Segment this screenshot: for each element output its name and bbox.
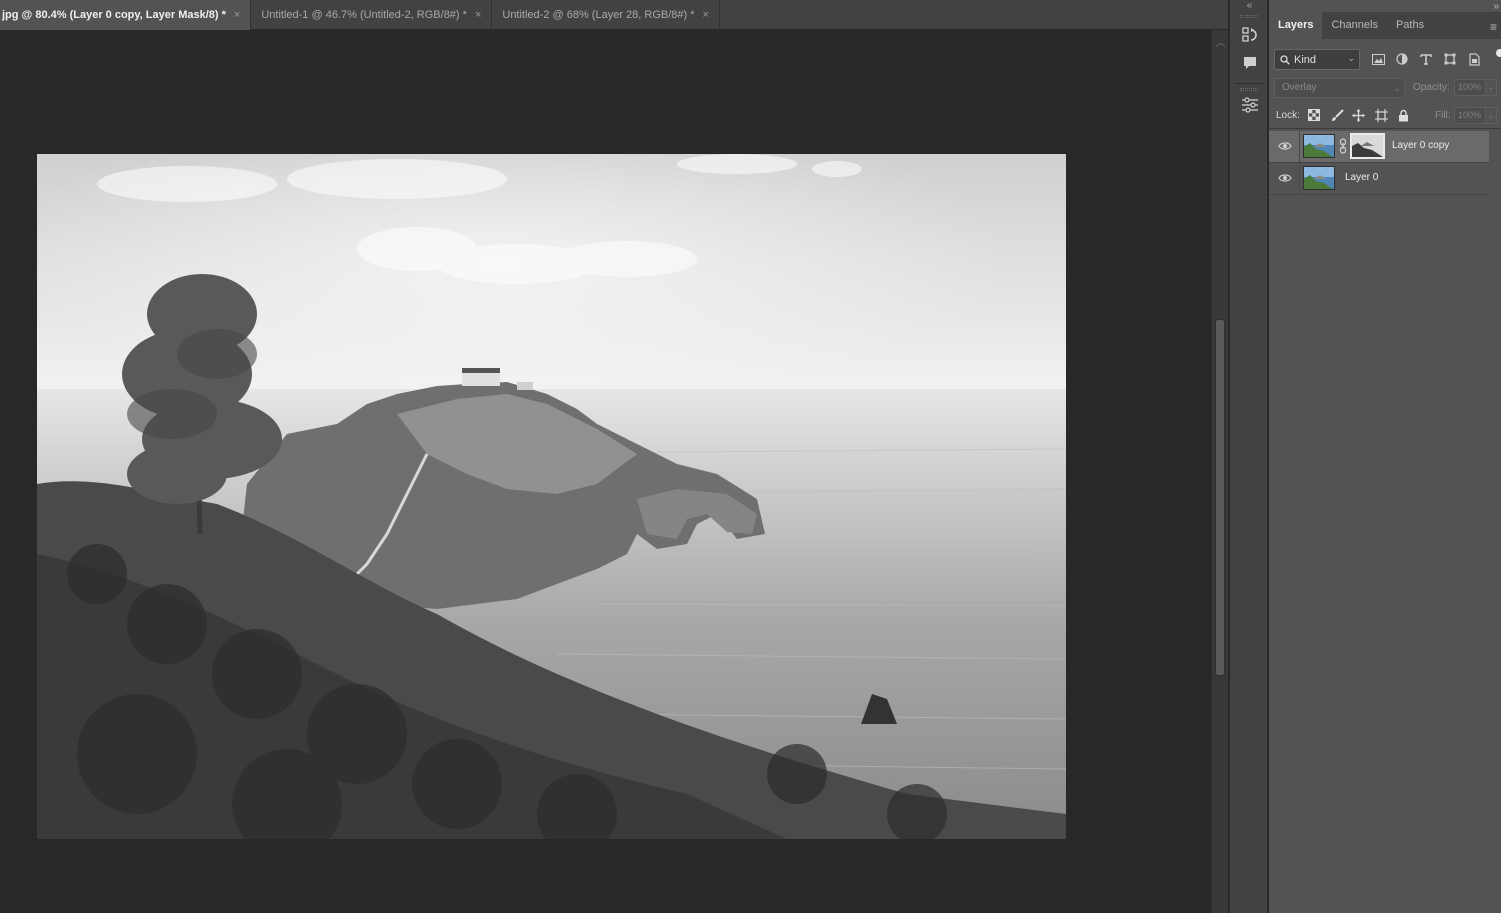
lock-all-icon[interactable] bbox=[1396, 108, 1410, 122]
layer-filter-row: Kind ⌄ bbox=[1269, 45, 1501, 73]
document-tab-active[interactable]: jpg @ 80.4% (Layer 0 copy, Layer Mask/8)… bbox=[0, 0, 252, 30]
scrollbar-thumb[interactable] bbox=[1215, 319, 1225, 676]
lock-artboard-icon[interactable] bbox=[1374, 108, 1388, 122]
canvas-area[interactable] bbox=[0, 30, 1211, 913]
photoshop-window: jpg @ 80.4% (Layer 0 copy, Layer Mask/8)… bbox=[0, 0, 1501, 913]
layer-thumbnail[interactable] bbox=[1303, 166, 1335, 190]
document-tab-bar: jpg @ 80.4% (Layer 0 copy, Layer Mask/8)… bbox=[0, 0, 1228, 30]
tab-paths[interactable]: Paths bbox=[1387, 12, 1433, 39]
opacity-label: Opacity: bbox=[1413, 82, 1450, 93]
lock-label: Lock: bbox=[1276, 110, 1300, 121]
document-tab-untitled-1[interactable]: Untitled-1 @ 46.7% (Untitled-2, RGB/8#) … bbox=[251, 0, 493, 30]
filter-kind-label: Kind bbox=[1294, 53, 1317, 66]
layer-mask-thumbnail[interactable] bbox=[1350, 133, 1385, 159]
divider bbox=[1269, 128, 1501, 129]
opacity-input[interactable]: 100% bbox=[1454, 79, 1486, 96]
document-tab-label: jpg @ 80.4% (Layer 0 copy, Layer Mask/8)… bbox=[2, 9, 226, 21]
scroll-up-icon[interactable]: ︿ bbox=[1212, 34, 1229, 49]
filter-kind-select[interactable]: Kind ⌄ bbox=[1274, 49, 1360, 70]
panel-menu-icon[interactable]: ≡ bbox=[1490, 20, 1497, 34]
shape-filter-icon[interactable] bbox=[1443, 52, 1457, 66]
separator bbox=[1299, 163, 1300, 194]
panel-tabs: Layers Channels Paths bbox=[1269, 12, 1501, 39]
image-filter-icon[interactable] bbox=[1371, 52, 1385, 66]
close-icon[interactable]: × bbox=[703, 9, 709, 21]
document-tab-label: Untitled-1 @ 46.7% (Untitled-2, RGB/8#) … bbox=[261, 9, 467, 21]
document-canvas-image[interactable] bbox=[37, 154, 1066, 839]
separator bbox=[1234, 83, 1264, 84]
lock-row: Lock: Fill: 100% ⌄ bbox=[1269, 104, 1501, 126]
visibility-eye-icon[interactable] bbox=[1278, 140, 1292, 152]
panel-dock-strip: « bbox=[1229, 0, 1268, 913]
layer-name[interactable]: Layer 0 copy bbox=[1392, 140, 1449, 151]
layer-row-layer-0-copy[interactable]: Layer 0 copy bbox=[1269, 131, 1489, 162]
type-filter-icon[interactable] bbox=[1419, 52, 1433, 66]
fill-input[interactable]: 100% bbox=[1454, 107, 1486, 124]
opacity-dropdown-icon[interactable]: ⌄ bbox=[1486, 79, 1497, 96]
chevron-down-icon: ⌄ bbox=[1347, 53, 1355, 63]
filter-toggle-switch[interactable] bbox=[1496, 49, 1501, 57]
chevron-down-icon: ⌄ bbox=[1393, 83, 1401, 93]
visibility-eye-icon[interactable] bbox=[1278, 172, 1292, 184]
blend-row: Overlay ⌄ Opacity: 100% ⌄ bbox=[1269, 76, 1501, 100]
tab-channels[interactable]: Channels bbox=[1322, 12, 1386, 39]
separator bbox=[1269, 194, 1489, 195]
comment-icon[interactable] bbox=[1239, 52, 1261, 74]
close-icon[interactable]: × bbox=[475, 9, 481, 21]
layer-row-layer-0[interactable]: Layer 0 bbox=[1269, 163, 1489, 194]
document-tab-label: Untitled-2 @ 68% (Layer 28, RGB/8#) * bbox=[502, 9, 695, 21]
lock-transparent-pixels-icon[interactable] bbox=[1307, 108, 1321, 122]
collapse-panel-icon[interactable]: » bbox=[1493, 1, 1499, 12]
vertical-scrollbar[interactable]: ︿ bbox=[1211, 30, 1228, 913]
close-icon[interactable]: × bbox=[234, 9, 240, 21]
layer-thumbnail[interactable] bbox=[1303, 134, 1335, 158]
lock-image-pixels-icon[interactable] bbox=[1330, 108, 1344, 122]
grip-icon[interactable] bbox=[1240, 88, 1258, 91]
adjustment-filter-icon[interactable] bbox=[1395, 52, 1409, 66]
collapse-dock-icon[interactable]: « bbox=[1230, 1, 1269, 13]
document-tab-untitled-2[interactable]: Untitled-2 @ 68% (Layer 28, RGB/8#) * × bbox=[492, 0, 720, 30]
fill-dropdown-icon[interactable]: ⌄ bbox=[1486, 107, 1497, 124]
mask-link-icon[interactable] bbox=[1338, 138, 1348, 154]
tab-layers[interactable]: Layers bbox=[1269, 12, 1323, 39]
smart-object-filter-icon[interactable] bbox=[1467, 52, 1481, 66]
layer-name[interactable]: Layer 0 bbox=[1345, 172, 1378, 183]
fill-label: Fill: bbox=[1435, 110, 1451, 121]
layers-panel: » Layers Channels Paths ≡ Kind ⌄ Overlay… bbox=[1269, 0, 1501, 913]
blend-mode-label: Overlay bbox=[1282, 82, 1317, 93]
adjustments-icon[interactable] bbox=[1239, 94, 1261, 116]
blend-mode-select[interactable]: Overlay ⌄ bbox=[1274, 78, 1405, 98]
grip-icon[interactable] bbox=[1240, 15, 1258, 18]
lock-position-icon[interactable] bbox=[1351, 108, 1365, 122]
history-icon[interactable] bbox=[1239, 24, 1261, 46]
separator bbox=[1299, 131, 1300, 162]
search-icon bbox=[1280, 54, 1290, 65]
